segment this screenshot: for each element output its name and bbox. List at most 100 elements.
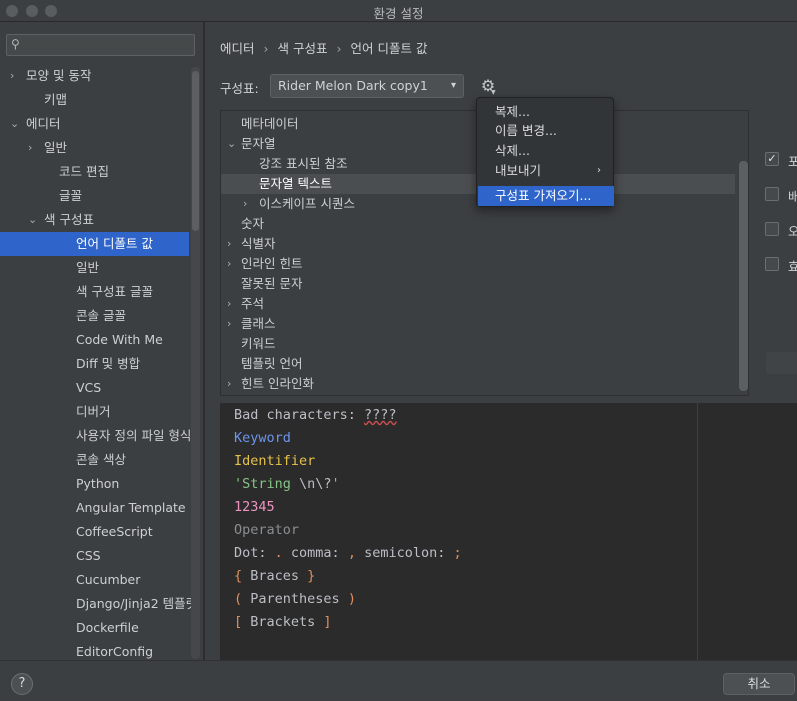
chevron-right-icon[interactable]: ›	[227, 374, 231, 394]
chevron-right-icon[interactable]: ›	[28, 136, 32, 160]
chevron-right-icon[interactable]: ›	[10, 64, 14, 88]
settings-tree: › 모양 및 동작키맵 ⌄ 에디터 › 일반코드 편집글꼴 ⌄ 색 구성표언어 디폴트 값일반…	[0, 64, 197, 660]
scheme-actions-button[interactable]: ⚙ ▼	[477, 74, 499, 98]
sidebar-item[interactable]: 글꼴	[0, 184, 189, 208]
sidebar-item[interactable]: 색 구성표 글꼴	[0, 280, 189, 304]
attribute-item[interactable]: › 식별자	[221, 234, 735, 254]
sidebar-item-label: 에디터	[26, 116, 61, 131]
sidebar-item[interactable]: 콘솔 글꼴	[0, 304, 189, 328]
menu-item-label: 구성표 가져오기...	[495, 188, 592, 203]
code-preview[interactable]: Bad characters: ???? Keyword Identifier …	[220, 403, 797, 660]
preview-line-parentheses: ( Parentheses )	[234, 591, 356, 607]
sidebar-item[interactable]: 일반	[0, 256, 189, 280]
attribute-label: 템플릿 언어	[241, 356, 303, 371]
sidebar-item[interactable]: CSS	[0, 544, 189, 568]
attribute-item[interactable]: 잘못된 문자	[221, 274, 735, 294]
option-checkbox[interactable]	[765, 222, 779, 236]
sidebar-item-label: Diff 및 병합	[76, 356, 141, 371]
sidebar-item[interactable]: 콘솔 색상	[0, 448, 189, 472]
help-button[interactable]: ?	[11, 673, 33, 695]
sidebar-item-label: 코드 편집	[59, 164, 109, 179]
preview-line-string: 'String \n\?'	[234, 476, 340, 492]
sidebar-scrollbar-thumb[interactable]	[192, 71, 199, 231]
sidebar-item-label: 글꼴	[59, 188, 83, 203]
attribute-label: 문자열	[241, 136, 276, 151]
chevron-right-icon[interactable]: ›	[227, 234, 231, 254]
window-title: 환경 설정	[373, 6, 424, 21]
cancel-button[interactable]: 취소	[723, 673, 795, 695]
scheme-actions-menu: 복제... 이름 변경... 삭제... 내보내기 › 구성표 가져오기...	[476, 97, 614, 207]
chevron-right-icon[interactable]: ›	[227, 254, 231, 274]
attribute-item[interactable]: › 클래스	[221, 314, 735, 334]
attribute-item[interactable]: 숫자	[221, 214, 735, 234]
option-label: 배	[788, 189, 797, 204]
chevron-right-icon[interactable]: ›	[227, 314, 231, 334]
option-checkbox[interactable]	[765, 187, 779, 201]
attribute-item[interactable]: › 인라인 힌트	[221, 254, 735, 274]
scheme-value: Rider Melon Dark copy1	[278, 78, 428, 93]
settings-search[interactable]: ⚲	[6, 34, 195, 56]
sidebar-item[interactable]: Diff 및 병합	[0, 352, 189, 376]
menu-item[interactable]: 내보내기 ›	[478, 161, 614, 181]
sidebar-item-label: CSS	[76, 548, 101, 563]
attribute-item[interactable]: 템플릿 언어	[221, 354, 735, 374]
sidebar-item[interactable]: Django/Jinja2 템플릿	[0, 592, 197, 616]
sidebar-item[interactable]: › 일반	[0, 136, 189, 160]
search-icon: ⚲	[11, 37, 20, 51]
sidebar-item[interactable]: 언어 디폴트 값	[0, 232, 189, 256]
preview-line-identifier: Identifier	[234, 453, 316, 469]
option-checkbox[interactable]	[765, 257, 779, 271]
attribute-label: 식별자	[241, 236, 276, 251]
sidebar-item-label: 모양 및 동작	[26, 68, 92, 83]
sidebar-item[interactable]: 디버거	[0, 400, 189, 424]
escape-sequence-sample: \n\?	[299, 476, 332, 492]
chevron-down-icon[interactable]: ⌄	[227, 134, 236, 154]
sidebar-item-label: VCS	[76, 380, 102, 395]
menu-item-label: 내보내기	[495, 163, 542, 178]
sidebar-item-label: 언어 디폴트 값	[76, 236, 153, 251]
option-label: 오	[788, 224, 797, 239]
sidebar-item-label: 키맵	[44, 92, 68, 107]
chevron-right-icon: ›	[597, 165, 601, 176]
sidebar-item-label: CoffeeScript	[76, 524, 153, 539]
attribute-item[interactable]: 키워드	[221, 334, 735, 354]
sidebar-item[interactable]: 키맵	[0, 88, 189, 112]
breadcrumb-language-defaults: 언어 디폴트 값	[350, 41, 428, 56]
menu-item[interactable]: 이름 변경...	[478, 121, 614, 141]
sidebar-scrollbar[interactable]	[191, 67, 200, 659]
attribute-item[interactable]: › 힌트 인라인화	[221, 374, 735, 394]
sidebar-item[interactable]: Angular Template	[0, 496, 189, 520]
sidebar-item[interactable]: Python	[0, 472, 189, 496]
sidebar-item-label: 디버거	[76, 404, 111, 419]
chevron-down-icon[interactable]: ⌄	[28, 208, 37, 232]
option-checkbox[interactable]: ✓	[765, 152, 779, 166]
attribute-tree-scrollbar[interactable]	[739, 161, 748, 391]
sidebar-item[interactable]: EditorConfig	[0, 640, 189, 660]
sidebar-item-label: Django/Jinja2 템플릿	[76, 596, 198, 611]
menu-item[interactable]: 구성표 가져오기...	[478, 186, 614, 206]
attribute-item[interactable]: › 주석	[221, 294, 735, 314]
menu-item[interactable]: 삭제...	[478, 141, 614, 161]
sidebar-item[interactable]: Cucumber	[0, 568, 189, 592]
attribute-label: 문자열 텍스트	[259, 176, 332, 191]
chevron-right-icon[interactable]: ›	[227, 294, 231, 314]
attribute-label: 힌트 인라인화	[241, 376, 314, 391]
sidebar-item[interactable]: 코드 편집	[0, 160, 189, 184]
help-icon: ?	[18, 676, 26, 691]
sidebar-item[interactable]: 사용자 정의 파일 형식	[0, 424, 191, 448]
chevron-down-icon[interactable]: ⌄	[10, 112, 19, 136]
sidebar-item[interactable]: VCS	[0, 376, 189, 400]
scheme-dropdown[interactable]: Rider Melon Dark copy1 ▾	[270, 74, 464, 98]
sidebar-item[interactable]: CoffeeScript	[0, 520, 189, 544]
breadcrumb-color-scheme: 색 구성표	[277, 41, 328, 56]
title-bar: 환경 설정	[0, 0, 797, 22]
sidebar-item[interactable]: ⌄ 색 구성표	[0, 208, 189, 232]
sidebar-item[interactable]: Dockerfile	[0, 616, 189, 640]
search-input[interactable]	[29, 37, 189, 53]
menu-item[interactable]: 복제...	[478, 102, 614, 122]
sidebar-item[interactable]: › 모양 및 동작	[0, 64, 189, 88]
sidebar-item[interactable]: Code With Me	[0, 328, 189, 352]
preview-line-punctuation: Dot: . comma: , semicolon: ;	[234, 545, 462, 561]
sidebar-item[interactable]: ⌄ 에디터	[0, 112, 189, 136]
chevron-right-icon[interactable]: ›	[243, 194, 247, 214]
